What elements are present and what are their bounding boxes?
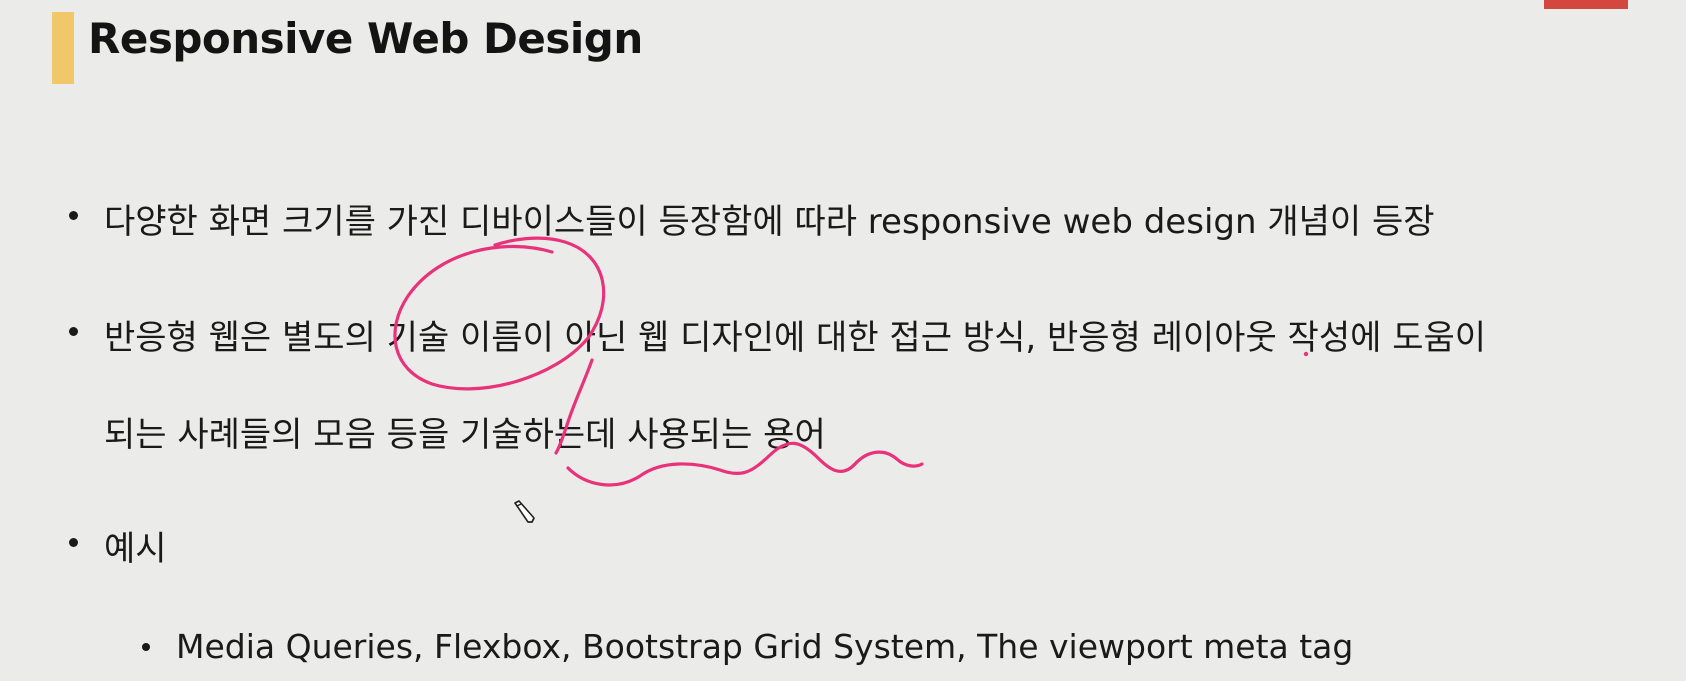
- sub-bullet-dot-1: [142, 643, 150, 651]
- bullet-dot-1: [69, 211, 78, 220]
- title-accent-bar: [52, 12, 74, 84]
- bullet-text-1: 다양한 화면 크기를 가진 디바이스들이 등장함에 따라 responsive …: [104, 202, 1435, 242]
- bullet-dot-3: [69, 538, 78, 547]
- slide-title: Responsive Web Design: [88, 14, 643, 63]
- bullet-text-2-line-2: 되는 사례들의 모음 등을 기술하는데 사용되는 용어: [104, 415, 826, 455]
- sub-bullet-text-1: Media Queries, Flexbox, Bootstrap Grid S…: [176, 627, 1354, 666]
- bullet-text-3: 예시: [104, 529, 167, 569]
- bullet-dot-2: [69, 327, 78, 336]
- bullet-text-2-line-1: 반응형 웹은 별도의 기술 이름이 아닌 웹 디자인에 대한 접근 방식, 반응…: [104, 318, 1487, 358]
- pencil-cursor-icon: [514, 500, 535, 523]
- corner-tab: [1544, 0, 1628, 9]
